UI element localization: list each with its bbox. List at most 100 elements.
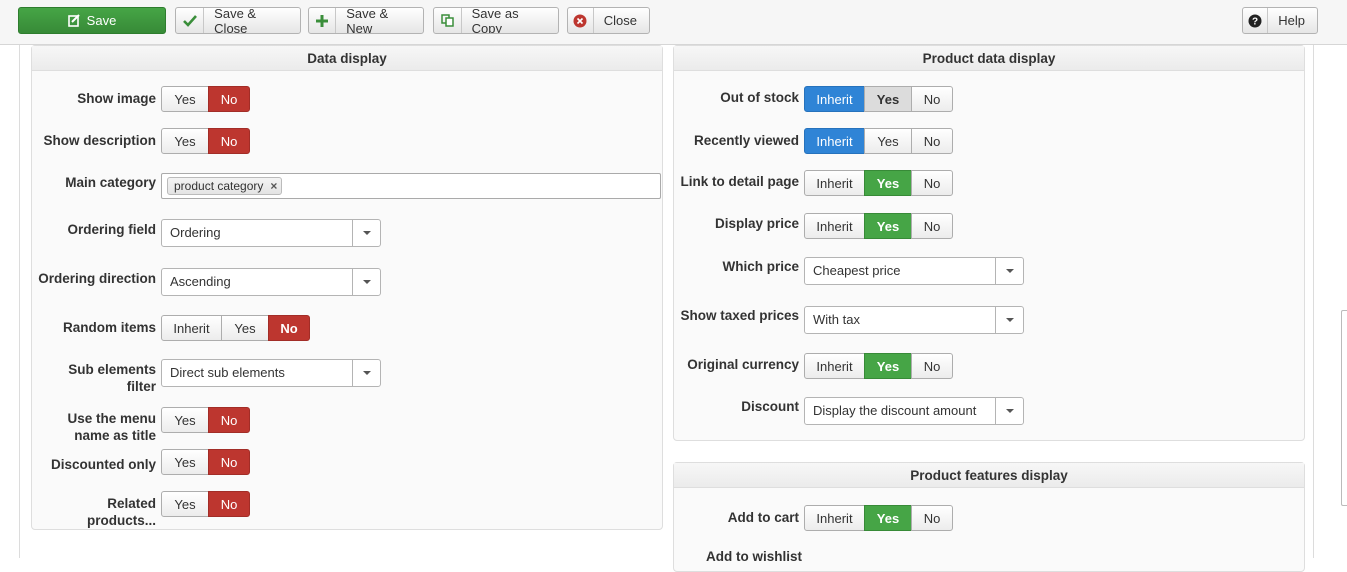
- yes-option[interactable]: Yes: [161, 407, 209, 433]
- inherit-option[interactable]: Inherit: [804, 353, 865, 379]
- yes-option[interactable]: Yes: [161, 449, 209, 475]
- panel-title: Product features display: [674, 463, 1304, 488]
- show-description-label: Show description: [43, 133, 156, 148]
- display-price-label: Display price: [714, 216, 799, 231]
- add-to-wishlist-label: Add to wishlist: [706, 549, 802, 564]
- which-price-label: Which price: [722, 259, 799, 274]
- select-value: Ascending: [170, 274, 231, 289]
- panel-title: Data display: [32, 46, 662, 71]
- inherit-option[interactable]: Inherit: [804, 213, 865, 239]
- recently-viewed-toggle: Inherit Yes No: [804, 128, 953, 154]
- select-value: Cheapest price: [813, 263, 901, 278]
- discounted-only-label: Discounted only: [50, 457, 156, 472]
- inherit-option[interactable]: Inherit: [804, 128, 865, 154]
- yes-option[interactable]: Yes: [864, 213, 912, 239]
- save-button[interactable]: Save: [18, 7, 166, 34]
- inherit-option[interactable]: Inherit: [804, 505, 865, 531]
- no-option[interactable]: No: [208, 128, 250, 154]
- ordering-direction-select[interactable]: Ascending: [161, 268, 381, 296]
- original-currency-toggle: Inherit Yes No: [804, 353, 953, 379]
- no-option[interactable]: No: [911, 128, 953, 154]
- page-border-left: [19, 45, 20, 558]
- help-label: Help: [1278, 13, 1305, 28]
- yes-option[interactable]: Yes: [161, 491, 209, 517]
- show-description-toggle: Yes No: [161, 128, 250, 154]
- chevron-down-icon: [995, 307, 1023, 333]
- add-to-cart-toggle: Inherit Yes No: [804, 505, 953, 531]
- no-option[interactable]: No: [208, 86, 250, 112]
- select-value: Ordering: [170, 225, 221, 240]
- discount-label: Discount: [741, 399, 799, 414]
- chevron-down-icon: [995, 258, 1023, 284]
- save-close-button[interactable]: Save & Close: [175, 7, 301, 34]
- ordering-field-select[interactable]: Ordering: [161, 219, 381, 247]
- save-close-label: Save & Close: [214, 7, 257, 34]
- select-value: With tax: [813, 312, 860, 327]
- add-to-cart-label: Add to cart: [727, 510, 799, 525]
- chip-label: product category: [174, 179, 264, 193]
- label-line: name as title: [74, 428, 156, 443]
- page-border-right: [1313, 45, 1314, 558]
- save-as-copy-label: Save as Copy: [471, 7, 519, 34]
- inherit-option[interactable]: Inherit: [161, 315, 222, 341]
- close-label: Close: [603, 13, 637, 28]
- help-button[interactable]: ? Help: [1242, 7, 1318, 34]
- show-image-toggle: Yes No: [161, 86, 250, 112]
- no-option[interactable]: No: [911, 353, 953, 379]
- related-products-label: Related products...: [86, 496, 156, 528]
- sub-elements-filter-label: Sub elements filter: [68, 362, 156, 394]
- use-menu-name-toggle: Yes No: [161, 407, 250, 433]
- main-category-label: Main category: [65, 175, 156, 190]
- sub-elements-filter-select[interactable]: Direct sub elements: [161, 359, 381, 387]
- random-items-label: Random items: [62, 320, 156, 335]
- inherit-option[interactable]: Inherit: [804, 170, 865, 196]
- save-new-button[interactable]: Save & New: [308, 7, 424, 34]
- no-option[interactable]: No: [208, 407, 250, 433]
- yes-option[interactable]: Yes: [864, 170, 912, 196]
- ordering-field-label: Ordering field: [67, 222, 156, 237]
- use-menu-name-label: Use the menu name as title: [36, 410, 156, 444]
- close-button[interactable]: Close: [567, 7, 650, 34]
- yes-option[interactable]: Yes: [161, 86, 209, 112]
- no-option[interactable]: No: [911, 170, 953, 196]
- discount-select[interactable]: Display the discount amount: [804, 397, 1024, 425]
- save-label: Save: [86, 13, 117, 28]
- save-as-copy-button[interactable]: Save as Copy: [433, 7, 559, 34]
- ordering-direction-label: Ordering direction: [38, 271, 156, 286]
- inherit-option[interactable]: Inherit: [804, 86, 865, 112]
- random-items-toggle: Inherit Yes No: [161, 315, 310, 341]
- yes-option[interactable]: Yes: [864, 128, 912, 154]
- no-option[interactable]: No: [208, 491, 250, 517]
- show-taxed-prices-select[interactable]: With tax: [804, 306, 1024, 334]
- no-option[interactable]: No: [911, 213, 953, 239]
- check-icon: [176, 8, 205, 33]
- category-chip: product category ×: [167, 177, 283, 195]
- remove-icon[interactable]: ×: [270, 178, 277, 194]
- toolbar: Save Save & Close Save & New Save as Cop…: [0, 0, 1347, 45]
- no-option[interactable]: No: [208, 449, 250, 475]
- copy-icon: [434, 8, 462, 33]
- main-category-input[interactable]: product category ×: [161, 173, 661, 199]
- which-price-select[interactable]: Cheapest price: [804, 257, 1024, 285]
- yes-option[interactable]: Yes: [864, 353, 912, 379]
- yes-option[interactable]: Yes: [221, 315, 269, 341]
- no-option[interactable]: No: [911, 505, 953, 531]
- chevron-down-icon: [352, 220, 380, 246]
- panel-title: Product data display: [674, 46, 1304, 71]
- link-detail-page-label: Link to detail page: [680, 174, 799, 189]
- svg-text:?: ?: [1252, 16, 1258, 27]
- label-line: Use the menu: [67, 411, 156, 426]
- save-new-label: Save & New: [346, 7, 389, 34]
- related-products-toggle: Yes No: [161, 491, 250, 517]
- no-option[interactable]: No: [268, 315, 310, 341]
- yes-option[interactable]: Yes: [864, 86, 912, 112]
- no-option[interactable]: No: [911, 86, 953, 112]
- recently-viewed-label: Recently viewed: [693, 133, 799, 148]
- discounted-only-toggle: Yes No: [161, 449, 250, 475]
- yes-option[interactable]: Yes: [161, 128, 209, 154]
- scrollbar[interactable]: [1341, 310, 1347, 506]
- show-taxed-prices-label: Show taxed prices: [680, 308, 799, 323]
- link-detail-page-toggle: Inherit Yes No: [804, 170, 953, 196]
- save-icon: [67, 8, 87, 33]
- yes-option[interactable]: Yes: [864, 505, 912, 531]
